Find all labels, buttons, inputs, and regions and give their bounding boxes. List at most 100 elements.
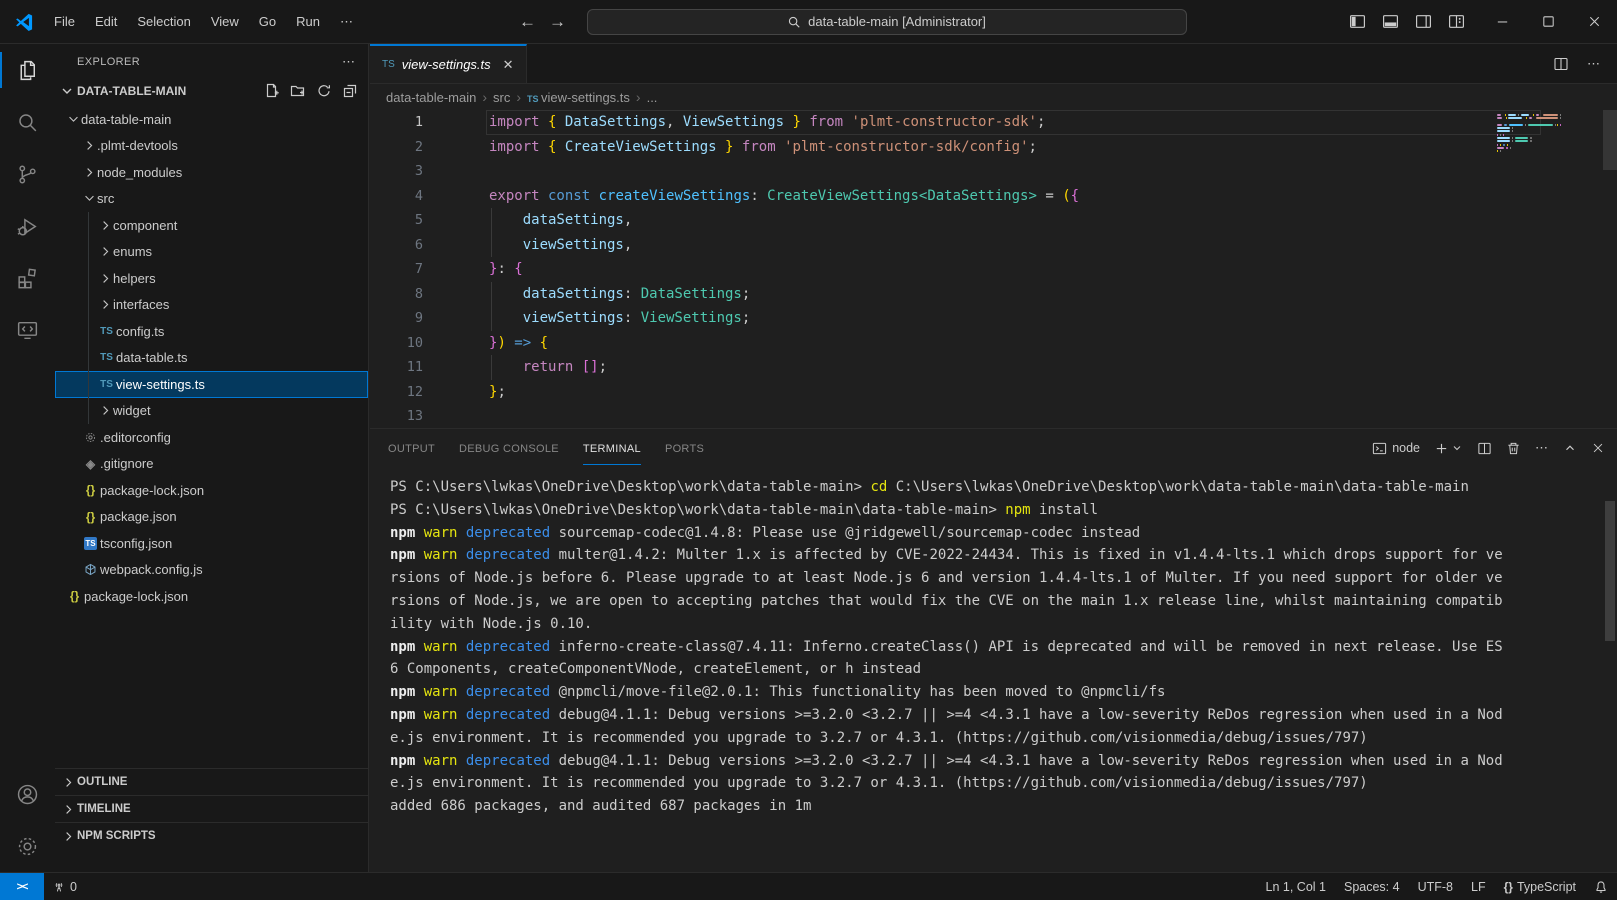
panel-tab-debug-console[interactable]: DEBUG CONSOLE	[459, 432, 559, 465]
bottom-panel: OUTPUTDEBUG CONSOLETERMINALPORTS node ⋯ …	[370, 428, 1617, 872]
line-number: 3	[370, 159, 423, 184]
minimize-button[interactable]	[1479, 0, 1525, 44]
notifications[interactable]	[1585, 873, 1617, 900]
kill-terminal-icon[interactable]	[1506, 441, 1521, 456]
minimap[interactable]	[1497, 114, 1561, 157]
chevron-right-icon	[59, 775, 77, 790]
chevron-right-icon	[97, 218, 113, 233]
customize-layout-icon[interactable]	[1448, 13, 1465, 30]
breadcrumb-item[interactable]: ...	[647, 90, 658, 105]
activity-explorer[interactable]	[0, 44, 55, 96]
remote-indicator[interactable]: ><	[0, 873, 44, 900]
tree-item[interactable]: helpers	[55, 265, 368, 292]
close-window-button[interactable]	[1571, 0, 1617, 44]
tree-item[interactable]: TStsconfig.json	[55, 530, 368, 557]
nav-back-button[interactable]: ←	[513, 12, 543, 32]
tree-item[interactable]: {}package-lock.json	[55, 583, 368, 610]
terminal-scrollbar[interactable]	[1605, 501, 1615, 641]
maximize-panel-icon[interactable]	[1563, 441, 1577, 455]
tree-item[interactable]: component	[55, 212, 368, 239]
new-terminal-button[interactable]	[1434, 441, 1463, 456]
tab-view-settings[interactable]: TS view-settings.ts ✕	[370, 44, 527, 83]
code-editor[interactable]: 1import { DataSettings, ViewSettings } f…	[370, 110, 1617, 428]
chevron-down-icon	[81, 191, 97, 206]
breadcrumb-item[interactable]: src	[493, 90, 510, 105]
chevron-right-icon	[97, 297, 113, 312]
menu-item-selection[interactable]: Selection	[127, 9, 200, 34]
activity-account[interactable]	[0, 768, 55, 820]
nav-forward-button[interactable]: →	[543, 12, 573, 32]
toggle-panel-icon[interactable]	[1382, 13, 1399, 30]
tree-item[interactable]: .editorconfig	[55, 424, 368, 451]
terminal-line: npm warn deprecated debug@4.1.1: Debug v…	[390, 750, 1617, 773]
language-mode[interactable]: {}TypeScript	[1495, 873, 1585, 900]
toggle-secondary-sidebar-icon[interactable]	[1415, 13, 1432, 30]
indentation[interactable]: Spaces: 4	[1335, 873, 1409, 900]
panel-tab-ports[interactable]: PORTS	[665, 432, 704, 465]
tree-item[interactable]: interfaces	[55, 292, 368, 319]
command-center-search[interactable]: data-table-main [Administrator]	[587, 9, 1187, 35]
terminal-shell-item[interactable]: node	[1372, 441, 1420, 456]
toggle-primary-sidebar-icon[interactable]	[1349, 13, 1366, 30]
explorer-icon	[15, 58, 40, 83]
tree-item-label: config.ts	[116, 324, 164, 339]
encoding[interactable]: UTF-8	[1409, 873, 1462, 900]
activity-source-control[interactable]	[0, 148, 55, 200]
code-line: 10}) => {	[370, 331, 1617, 356]
tree-item[interactable]: src	[55, 186, 368, 213]
terminal-line: rsions of Node.js before 6. Please upgra…	[390, 567, 1617, 590]
new-file-icon[interactable]	[264, 83, 280, 99]
workspace-section-header[interactable]: DATA-TABLE-MAIN	[55, 79, 368, 103]
tree-item[interactable]: TSdata-table.ts	[55, 345, 368, 372]
menu-item-go[interactable]: Go	[249, 9, 286, 34]
panel-more-icon[interactable]: ⋯	[1535, 440, 1549, 456]
tree-item[interactable]: .plmt-devtools	[55, 133, 368, 160]
tree-item[interactable]: webpack.config.js	[55, 557, 368, 584]
panel-tab-output[interactable]: OUTPUT	[388, 432, 435, 465]
terminal-output[interactable]: PS C:\Users\lwkas\OneDrive\Desktop\work\…	[370, 467, 1617, 818]
breadcrumb-item[interactable]: data-table-main	[386, 90, 476, 105]
panel-tab-terminal[interactable]: TERMINAL	[583, 432, 641, 465]
tree-item[interactable]: ◈.gitignore	[55, 451, 368, 478]
tree-item[interactable]: TSconfig.ts	[55, 318, 368, 345]
refresh-icon[interactable]	[316, 83, 332, 99]
status-bar-right: Ln 1, Col 1Spaces: 4UTF-8LF{}TypeScript	[1257, 873, 1617, 900]
menu-item-run[interactable]: Run	[286, 9, 330, 34]
cursor-position[interactable]: Ln 1, Col 1	[1257, 873, 1335, 900]
breadcrumb-item[interactable]: TS view-settings.ts	[527, 90, 630, 105]
activity-search[interactable]	[0, 96, 55, 148]
activity-run-debug[interactable]	[0, 200, 55, 252]
tree-item[interactable]: TSview-settings.ts	[55, 371, 368, 398]
typescript-file-icon: TS	[527, 94, 541, 104]
activity-remote-explorer[interactable]	[0, 304, 55, 356]
tree-item[interactable]: widget	[55, 398, 368, 425]
section-timeline[interactable]: TIMELINE	[55, 795, 368, 822]
ports-indicator[interactable]: 0	[44, 873, 85, 900]
title-bar: FileEditSelectionViewGoRun ⋯ ← → data-ta…	[0, 0, 1617, 44]
maximize-button[interactable]	[1525, 0, 1571, 44]
collapse-all-icon[interactable]	[342, 83, 358, 99]
editor-scrollbar[interactable]	[1603, 110, 1617, 170]
eol[interactable]: LF	[1462, 873, 1495, 900]
menu-item-file[interactable]: File	[44, 9, 85, 34]
section-npm-scripts[interactable]: NPM SCRIPTS	[55, 822, 368, 849]
new-folder-icon[interactable]	[290, 83, 306, 99]
close-panel-icon[interactable]	[1591, 441, 1605, 455]
split-terminal-icon[interactable]	[1477, 441, 1492, 456]
split-editor-icon[interactable]	[1553, 56, 1569, 72]
menu-item-view[interactable]: View	[201, 9, 249, 34]
section-outline[interactable]: OUTLINE	[55, 768, 368, 795]
tree-item[interactable]: data-table-main	[55, 106, 368, 133]
tree-item[interactable]: enums	[55, 239, 368, 266]
menu-item-edit[interactable]: Edit	[85, 9, 127, 34]
tree-item[interactable]: {}package.json	[55, 504, 368, 531]
explorer-more-button[interactable]: ⋯	[342, 54, 356, 70]
menu-more-button[interactable]: ⋯	[330, 9, 364, 35]
activity-settings[interactable]	[0, 820, 55, 872]
activity-extensions[interactable]	[0, 252, 55, 304]
tab-close-icon[interactable]: ✕	[503, 57, 514, 73]
editor-more-icon[interactable]: ⋯	[1587, 56, 1601, 72]
tree-item[interactable]: node_modules	[55, 159, 368, 186]
tree-item[interactable]: {}package-lock.json	[55, 477, 368, 504]
tree-item-label: data-table.ts	[116, 350, 188, 365]
